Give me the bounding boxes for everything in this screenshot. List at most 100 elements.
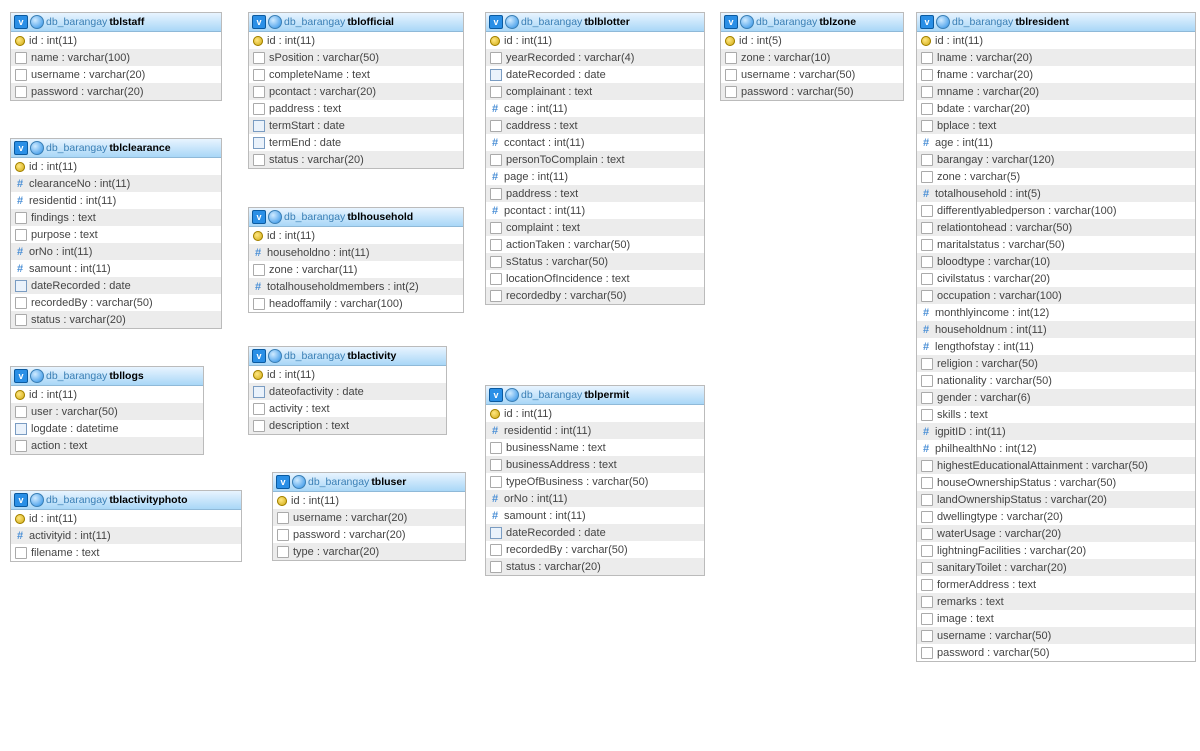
- table-column[interactable]: barangay : varchar(120): [917, 151, 1195, 168]
- table-column[interactable]: dateofactivity : date: [249, 383, 446, 400]
- gear-icon[interactable]: [30, 493, 44, 507]
- table-column[interactable]: businessName : text: [486, 439, 704, 456]
- collapse-icon[interactable]: v: [489, 388, 503, 402]
- table-column[interactable]: lname : varchar(20): [917, 49, 1195, 66]
- table-column[interactable]: #pcontact : int(11): [486, 202, 704, 219]
- table-column[interactable]: username : varchar(50): [917, 627, 1195, 644]
- table-column[interactable]: #activityid : int(11): [11, 527, 241, 544]
- table-column[interactable]: #orNo : int(11): [11, 243, 221, 260]
- table-column[interactable]: id : int(11): [249, 227, 463, 244]
- table-column[interactable]: nationality : varchar(50): [917, 372, 1195, 389]
- table-tblactivity[interactable]: vdb_barangaytblactivityid : int(11)dateo…: [248, 346, 447, 435]
- table-column[interactable]: type : varchar(20): [273, 543, 465, 560]
- table-column[interactable]: bdate : varchar(20): [917, 100, 1195, 117]
- gear-icon[interactable]: [292, 475, 306, 489]
- table-column[interactable]: fname : varchar(20): [917, 66, 1195, 83]
- table-column[interactable]: action : text: [11, 437, 203, 454]
- table-column[interactable]: pcontact : varchar(20): [249, 83, 463, 100]
- table-column[interactable]: sStatus : varchar(50): [486, 253, 704, 270]
- table-column[interactable]: lightningFacilities : varchar(20): [917, 542, 1195, 559]
- table-column[interactable]: maritalstatus : varchar(50): [917, 236, 1195, 253]
- table-column[interactable]: #residentid : int(11): [486, 422, 704, 439]
- table-column[interactable]: caddress : text: [486, 117, 704, 134]
- collapse-icon[interactable]: v: [14, 369, 28, 383]
- table-column[interactable]: id : int(5): [721, 32, 903, 49]
- table-column[interactable]: #samount : int(11): [486, 507, 704, 524]
- table-column[interactable]: password : varchar(50): [917, 644, 1195, 661]
- table-tblzone[interactable]: vdb_barangaytblzoneid : int(5)zone : var…: [720, 12, 904, 101]
- table-column[interactable]: #ccontact : int(11): [486, 134, 704, 151]
- collapse-icon[interactable]: v: [14, 493, 28, 507]
- table-tblactivityphoto[interactable]: vdb_barangaytblactivityphotoid : int(11)…: [10, 490, 242, 562]
- table-column[interactable]: completeName : text: [249, 66, 463, 83]
- table-column[interactable]: remarks : text: [917, 593, 1195, 610]
- table-tbllogs[interactable]: vdb_barangaytbllogsid : int(11)user : va…: [10, 366, 204, 455]
- table-column[interactable]: id : int(11): [273, 492, 465, 509]
- table-column[interactable]: recordedBy : varchar(50): [11, 294, 221, 311]
- table-column[interactable]: purpose : text: [11, 226, 221, 243]
- table-column[interactable]: differentlyabledperson : varchar(100): [917, 202, 1195, 219]
- table-column[interactable]: recordedby : varchar(50): [486, 287, 704, 304]
- table-column[interactable]: bplace : text: [917, 117, 1195, 134]
- table-column[interactable]: logdate : datetime: [11, 420, 203, 437]
- table-column[interactable]: filename : text: [11, 544, 241, 561]
- table-header[interactable]: vdb_barangaytblactivityphoto: [11, 491, 241, 510]
- table-column[interactable]: id : int(11): [11, 386, 203, 403]
- table-header[interactable]: vdb_barangaytblzone: [721, 13, 903, 32]
- table-column[interactable]: #clearanceNo : int(11): [11, 175, 221, 192]
- table-column[interactable]: #lengthofstay : int(11): [917, 338, 1195, 355]
- table-column[interactable]: waterUsage : varchar(20): [917, 525, 1195, 542]
- table-column[interactable]: locationOfIncidence : text: [486, 270, 704, 287]
- table-header[interactable]: vdb_barangaytblactivity: [249, 347, 446, 366]
- collapse-icon[interactable]: v: [14, 141, 28, 155]
- table-tblblotter[interactable]: vdb_barangaytblblotterid : int(11)yearRe…: [485, 12, 705, 305]
- table-column[interactable]: occupation : varchar(100): [917, 287, 1195, 304]
- table-column[interactable]: id : int(11): [249, 366, 446, 383]
- table-column[interactable]: id : int(11): [486, 405, 704, 422]
- gear-icon[interactable]: [268, 15, 282, 29]
- table-column[interactable]: #householdno : int(11): [249, 244, 463, 261]
- table-column[interactable]: password : varchar(20): [273, 526, 465, 543]
- table-column[interactable]: #totalhouseholdmembers : int(2): [249, 278, 463, 295]
- table-column[interactable]: sPosition : varchar(50): [249, 49, 463, 66]
- table-header[interactable]: vdb_barangaytbllogs: [11, 367, 203, 386]
- table-column[interactable]: zone : varchar(10): [721, 49, 903, 66]
- table-tblclearance[interactable]: vdb_barangaytblclearanceid : int(11)#cle…: [10, 138, 222, 329]
- table-tblpermit[interactable]: vdb_barangaytblpermitid : int(11)#reside…: [485, 385, 705, 576]
- table-column[interactable]: user : varchar(50): [11, 403, 203, 420]
- table-column[interactable]: complaint : text: [486, 219, 704, 236]
- gear-icon[interactable]: [268, 349, 282, 363]
- gear-icon[interactable]: [740, 15, 754, 29]
- table-column[interactable]: actionTaken : varchar(50): [486, 236, 704, 253]
- table-column[interactable]: paddress : text: [486, 185, 704, 202]
- table-column[interactable]: id : int(11): [11, 158, 221, 175]
- table-column[interactable]: username : varchar(50): [721, 66, 903, 83]
- table-column[interactable]: status : varchar(20): [249, 151, 463, 168]
- table-column[interactable]: id : int(11): [11, 510, 241, 527]
- table-column[interactable]: #orNo : int(11): [486, 490, 704, 507]
- table-column[interactable]: id : int(11): [11, 32, 221, 49]
- table-column[interactable]: houseOwnershipStatus : varchar(50): [917, 474, 1195, 491]
- gear-icon[interactable]: [30, 141, 44, 155]
- table-column[interactable]: businessAddress : text: [486, 456, 704, 473]
- collapse-icon[interactable]: v: [252, 15, 266, 29]
- table-header[interactable]: vdb_barangaytblpermit: [486, 386, 704, 405]
- table-column[interactable]: formerAddress : text: [917, 576, 1195, 593]
- table-column[interactable]: name : varchar(100): [11, 49, 221, 66]
- table-column[interactable]: status : varchar(20): [11, 311, 221, 328]
- table-column[interactable]: id : int(11): [917, 32, 1195, 49]
- collapse-icon[interactable]: v: [724, 15, 738, 29]
- table-column[interactable]: #monthlyincome : int(12): [917, 304, 1195, 321]
- table-header[interactable]: vdb_barangaytblblotter: [486, 13, 704, 32]
- table-column[interactable]: typeOfBusiness : varchar(50): [486, 473, 704, 490]
- table-column[interactable]: id : int(11): [249, 32, 463, 49]
- table-column[interactable]: #householdnum : int(11): [917, 321, 1195, 338]
- table-column[interactable]: activity : text: [249, 400, 446, 417]
- table-header[interactable]: vdb_barangaytblhousehold: [249, 208, 463, 227]
- table-column[interactable]: bloodtype : varchar(10): [917, 253, 1195, 270]
- table-column[interactable]: termStart : date: [249, 117, 463, 134]
- collapse-icon[interactable]: v: [276, 475, 290, 489]
- gear-icon[interactable]: [268, 210, 282, 224]
- table-column[interactable]: status : varchar(20): [486, 558, 704, 575]
- table-column[interactable]: id : int(11): [486, 32, 704, 49]
